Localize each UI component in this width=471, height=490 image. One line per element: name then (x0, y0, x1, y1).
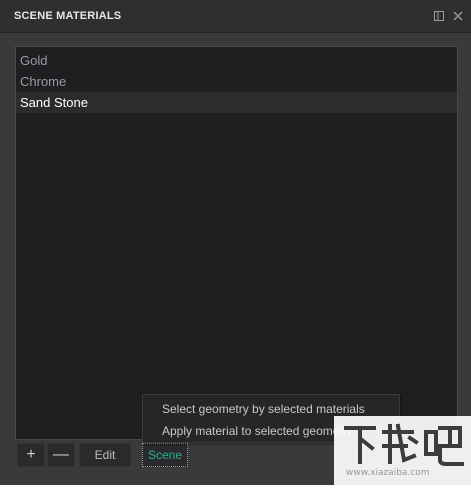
watermark-logo: www.xiazaiba.com (334, 416, 471, 485)
menu-item-apply-material[interactable]: Apply material to selected geometry (162, 424, 353, 438)
scene-materials-panel: SCENE MATERIALS Gold Chrome Sand Stone +… (0, 0, 471, 485)
add-material-button[interactable]: + (17, 443, 45, 467)
close-icon[interactable] (452, 10, 464, 22)
remove-material-button[interactable]: — (47, 443, 75, 467)
edit-button[interactable]: Edit (79, 443, 131, 467)
materials-list[interactable]: Gold Chrome Sand Stone (15, 46, 458, 440)
list-item-chrome[interactable]: Chrome (16, 71, 457, 92)
list-item-gold[interactable]: Gold (16, 50, 457, 71)
watermark-url: www.xiazaiba.com (346, 468, 430, 478)
list-item-sand-stone[interactable]: Sand Stone (16, 92, 457, 113)
panel-title: SCENE MATERIALS (14, 10, 122, 22)
panel-titlebar: SCENE MATERIALS (0, 0, 471, 33)
scene-button[interactable]: Scene (142, 443, 188, 467)
maximize-icon[interactable] (433, 10, 445, 22)
menu-item-select-geometry[interactable]: Select geometry by selected materials (162, 402, 365, 416)
